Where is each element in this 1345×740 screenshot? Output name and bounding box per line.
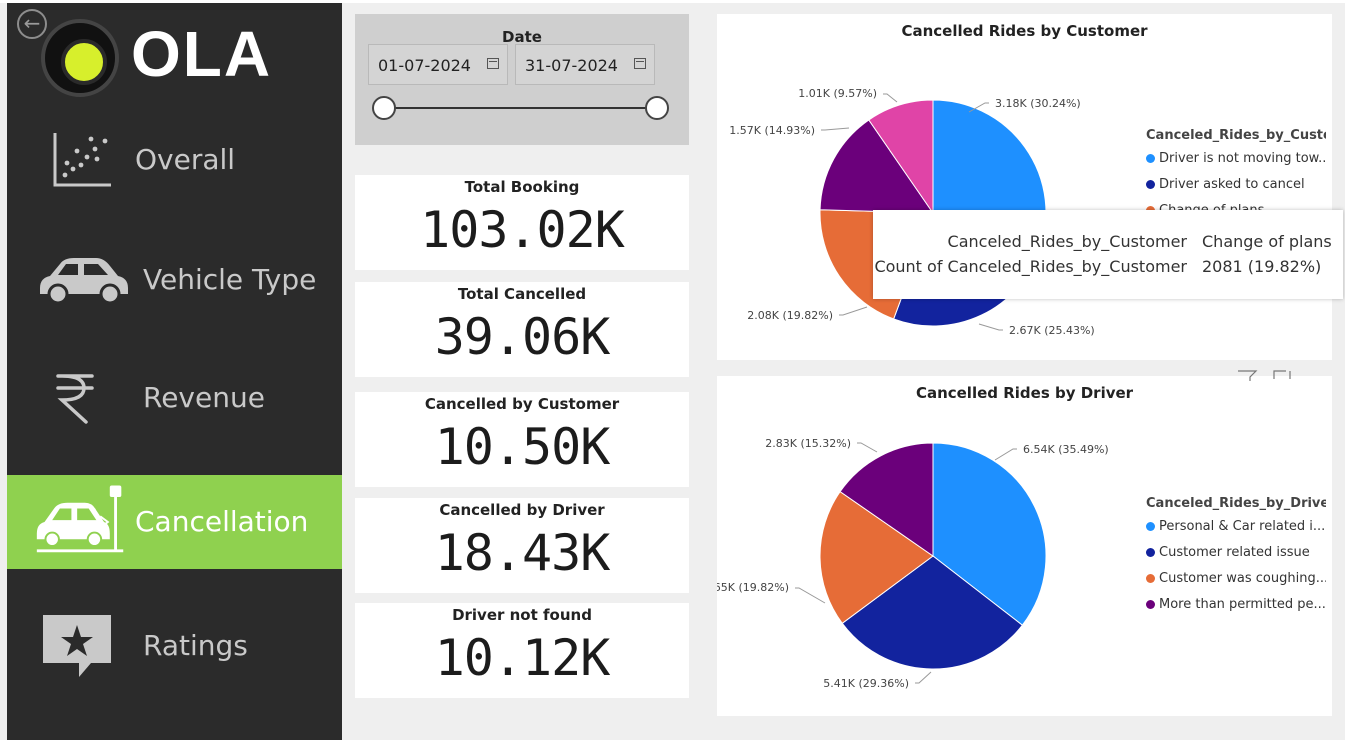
sidebar-item-ratings[interactable]: Ratings — [7, 599, 342, 693]
data-label: 1.57K (14.93%) — [729, 124, 815, 137]
calendar-icon[interactable] — [487, 58, 499, 69]
legend-item[interactable]: More than permitted pe... — [1146, 597, 1326, 623]
data-label-leader — [883, 93, 898, 103]
sidebar-item-label: Revenue — [143, 381, 265, 414]
car-icon — [35, 233, 131, 327]
start-slider-handle[interactable] — [372, 96, 396, 120]
legend-item[interactable]: Customer was coughing... — [1146, 571, 1326, 597]
logo-text: OLA — [131, 18, 273, 90]
kpi-title: Cancelled by Driver — [439, 501, 605, 519]
sidebar-item-cancellation[interactable]: Cancellation — [7, 475, 342, 569]
kpi-total-cancelled: Total Cancelled 39.06K — [355, 282, 689, 377]
data-label: 3.18K (30.24%) — [995, 97, 1081, 110]
data-label-leader — [994, 448, 1017, 461]
kpi-title: Driver not found — [452, 606, 592, 624]
data-label: 2.83K (15.32%) — [765, 437, 851, 450]
start-date-input[interactable]: 01-07-2024 — [368, 44, 508, 85]
kpi-value: 39.06K — [434, 308, 611, 366]
kpi-title: Cancelled by Customer — [424, 395, 620, 413]
dashboard-page: ← OLA Overall Vehicle Type Revenue Cance… — [0, 0, 1345, 740]
scatter-chart-icon — [32, 113, 128, 207]
data-label: 3.65K (19.82%) — [717, 581, 789, 594]
kpi-cancelled-by-customer: Cancelled by Customer 10.50K — [355, 392, 689, 487]
data-label-leader — [821, 127, 850, 131]
customer-cancellation-chart-card[interactable]: Cancelled Rides by Customer 3.18K (30.24… — [717, 14, 1332, 360]
kpi-title: Total Cancelled — [457, 285, 587, 303]
sidebar-item-vehicle-type[interactable]: Vehicle Type — [7, 233, 342, 327]
data-label-leader — [978, 323, 1003, 331]
data-label-leader — [915, 671, 932, 684]
kpi-driver-not-found: Driver not found 10.12K — [355, 603, 689, 698]
end-slider-handle[interactable] — [645, 96, 669, 120]
driver-pie-chart[interactable]: 6.54K (35.49%) 5.41K (29.36%) 3.65K (19.82… — [717, 390, 1137, 710]
data-label: 2.67K (25.43%) — [1009, 324, 1095, 337]
tooltip-value: Change of plans — [1202, 232, 1332, 251]
rupee-icon — [27, 351, 123, 445]
tooltip-row: Count of Canceled_Rides_by_Customer 2081… — [873, 257, 1343, 281]
kpi-cancelled-by-driver: Cancelled by Driver 18.43K — [355, 498, 689, 593]
sidebar-item-revenue[interactable]: Revenue — [7, 351, 342, 445]
ola-logo: OLA — [35, 13, 295, 103]
kpi-value: 103.02K — [420, 201, 625, 259]
tooltip-key: Canceled_Rides_by_Customer — [947, 232, 1187, 251]
data-label: 6.54K (35.49%) — [1023, 443, 1109, 456]
kpi-value: 10.12K — [434, 629, 611, 687]
legend-item[interactable]: Customer related issue — [1146, 545, 1326, 571]
date-slicer: Date 01-07-2024 31-07-2024 — [355, 14, 689, 145]
chart-tooltip: Canceled_Rides_by_Customer Change of pla… — [873, 210, 1343, 299]
legend-title: Canceled_Rides_by_Custom... — [1146, 128, 1326, 143]
sidebar-item-label: Ratings — [143, 629, 248, 662]
sidebar-item-overall[interactable]: Overall — [7, 113, 342, 207]
tooltip-row: Canceled_Rides_by_Customer Change of pla… — [873, 232, 1343, 256]
start-date-value: 01-07-2024 — [378, 56, 471, 75]
sidebar-item-label: Cancellation — [135, 505, 309, 538]
legend-item[interactable]: Personal & Car related i... — [1146, 519, 1326, 545]
data-label: 2.08K (19.82%) — [747, 309, 833, 322]
customer-pie-chart[interactable]: 3.18K (30.24%) 2.67K (25.43%) 2.08K (19.82… — [717, 28, 1137, 358]
kpi-value: 10.50K — [434, 418, 611, 476]
kpi-value: 18.43K — [434, 524, 611, 582]
sidebar: ← OLA Overall Vehicle Type Revenue Cance… — [7, 3, 342, 740]
tooltip-value: 2081 (19.82%) — [1202, 257, 1322, 276]
driver-cancellation-chart-card[interactable]: Cancelled Rides by Driver 6.54K (35.49%)… — [717, 376, 1332, 716]
end-date-value: 31-07-2024 — [525, 56, 618, 75]
car-crash-icon — [33, 475, 129, 569]
kpi-title: Total Booking — [464, 178, 580, 196]
date-range-track — [385, 107, 658, 109]
data-label-leader — [839, 306, 868, 316]
driver-legend: Canceled_Rides_by_Driver Personal & Car … — [1146, 496, 1326, 623]
legend-item[interactable]: Driver asked to cancel — [1146, 177, 1326, 203]
data-label: 1.01K (9.57%) — [798, 87, 877, 100]
end-date-input[interactable]: 31-07-2024 — [515, 44, 655, 85]
logo-ring-icon — [41, 19, 119, 97]
visual-header-icons — [1236, 366, 1296, 381]
star-chat-icon — [29, 599, 125, 693]
data-label: 5.41K (29.36%) — [823, 677, 909, 690]
calendar-icon[interactable] — [634, 58, 646, 69]
legend-item[interactable]: Driver is not moving tow... — [1146, 151, 1326, 177]
kpi-total-booking: Total Booking 103.02K — [355, 175, 689, 270]
tooltip-key: Count of Canceled_Rides_by_Customer — [874, 257, 1187, 276]
legend-title: Canceled_Rides_by_Driver — [1146, 496, 1326, 511]
sidebar-item-label: Overall — [135, 143, 236, 176]
data-label-leader — [795, 587, 826, 604]
data-label-leader — [857, 442, 878, 453]
sidebar-item-label: Vehicle Type — [143, 263, 317, 296]
